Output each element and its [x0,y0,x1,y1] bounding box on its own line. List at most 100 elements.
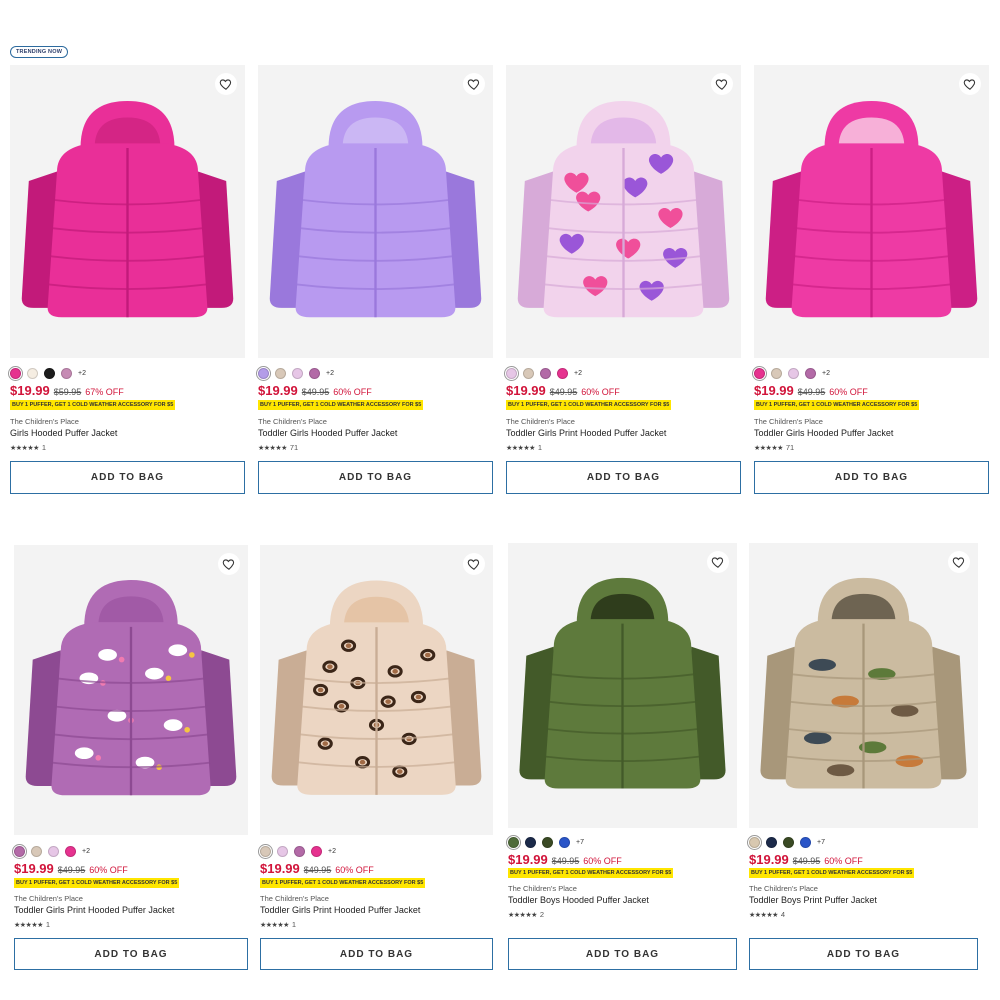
rating[interactable]: ★★★★★ 4 [749,910,785,919]
more-colors-count[interactable]: +2 [82,848,90,855]
more-colors-count[interactable]: +2 [326,370,334,377]
color-swatch[interactable] [48,846,59,857]
jacket-illustration [25,580,237,796]
product-image[interactable] [14,545,248,835]
color-swatch[interactable] [311,846,322,857]
favorite-heart-icon[interactable] [215,73,237,95]
favorite-heart-icon[interactable] [218,553,240,575]
add-to-bag-button[interactable]: ADD TO BAG [754,461,989,494]
color-swatch[interactable] [749,837,760,848]
rating[interactable]: ★★★★★ 1 [260,920,296,929]
color-swatch[interactable] [275,368,286,379]
promo-badge: BUY 1 PUFFER, GET 1 COLD WEATHER ACCESSO… [506,400,672,410]
color-swatch[interactable] [754,368,765,379]
promo-badge: BUY 1 PUFFER, GET 1 COLD WEATHER ACCESSO… [260,878,426,888]
product-image[interactable] [749,543,978,828]
rating[interactable]: ★★★★★ 1 [506,443,542,452]
more-colors-count[interactable]: +2 [574,370,582,377]
more-colors-count[interactable]: +2 [822,370,830,377]
color-swatch[interactable] [559,837,570,848]
color-swatch[interactable] [258,368,269,379]
review-count: 1 [537,443,543,452]
product-name[interactable]: Toddler Girls Print Hooded Puffer Jacket [260,905,420,915]
product-image[interactable] [754,65,989,358]
more-colors-count[interactable]: +7 [576,839,584,846]
original-price: $59.95 [53,387,82,397]
color-swatch[interactable] [277,846,288,857]
rating[interactable]: ★★★★★ 1 [10,443,46,452]
brand-name: The Children's Place [14,894,83,903]
discount-label: 60% OFF [824,856,863,866]
add-to-bag-button[interactable]: ADD TO BAG [260,938,493,970]
color-swatch[interactable] [292,368,303,379]
add-to-bag-button[interactable]: ADD TO BAG [508,938,737,970]
color-swatch[interactable] [31,846,42,857]
color-swatch[interactable] [540,368,551,379]
product-name[interactable]: Toddler Boys Print Puffer Jacket [749,895,877,905]
product-name[interactable]: Toddler Girls Hooded Puffer Jacket [258,428,397,438]
color-swatch[interactable] [10,368,21,379]
sale-price: $19.99 [10,383,50,398]
star-rating-icon: ★★★★★ [258,444,287,452]
color-swatch[interactable] [800,837,811,848]
promo-badge: BUY 1 PUFFER, GET 1 COLD WEATHER ACCESSO… [749,868,915,878]
color-swatch[interactable] [27,368,38,379]
star-rating-icon: ★★★★★ [749,911,778,919]
add-to-bag-button[interactable]: ADD TO BAG [10,461,245,494]
add-to-bag-button[interactable]: ADD TO BAG [749,938,978,970]
jacket-illustration [760,577,967,789]
more-colors-count[interactable]: +7 [817,839,825,846]
star-rating-icon: ★★★★★ [260,921,289,929]
favorite-heart-icon[interactable] [711,73,733,95]
product-image[interactable] [260,545,493,835]
favorite-heart-icon[interactable] [948,551,970,573]
product-image[interactable] [506,65,741,358]
rating[interactable]: ★★★★★ 2 [508,910,544,919]
rating[interactable]: ★★★★★ 71 [258,443,298,452]
price-row: $19.99 $49.95 60% OFF [258,383,372,398]
color-swatch[interactable] [788,368,799,379]
color-swatch[interactable] [508,837,519,848]
color-swatch[interactable] [783,837,794,848]
product-name[interactable]: Toddler Boys Hooded Puffer Jacket [508,895,649,905]
product-name[interactable]: Girls Hooded Puffer Jacket [10,428,117,438]
color-swatch[interactable] [805,368,816,379]
rating[interactable]: ★★★★★ 1 [14,920,50,929]
color-swatch[interactable] [294,846,305,857]
color-swatch[interactable] [771,368,782,379]
favorite-heart-icon[interactable] [463,73,485,95]
brand-name: The Children's Place [506,417,575,426]
color-swatch[interactable] [766,837,777,848]
product-image[interactable] [10,65,245,358]
original-price: $49.95 [549,387,578,397]
original-price: $49.95 [57,865,86,875]
color-swatch[interactable] [14,846,25,857]
color-swatch[interactable] [506,368,517,379]
product-name[interactable]: Toddler Girls Print Hooded Puffer Jacket [14,905,174,915]
color-swatch[interactable] [525,837,536,848]
color-swatch[interactable] [542,837,553,848]
color-swatch[interactable] [61,368,72,379]
color-swatch[interactable] [65,846,76,857]
add-to-bag-button[interactable]: ADD TO BAG [506,461,741,494]
product-image[interactable] [258,65,493,358]
review-count: 71 [785,443,795,452]
brand-name: The Children's Place [749,884,818,893]
more-colors-count[interactable]: +2 [78,370,86,377]
color-swatch[interactable] [44,368,55,379]
favorite-heart-icon[interactable] [959,73,981,95]
favorite-heart-icon[interactable] [707,551,729,573]
product-name[interactable]: Toddler Girls Print Hooded Puffer Jacket [506,428,666,438]
more-colors-count[interactable]: +2 [328,848,336,855]
color-swatches: +7 [508,837,584,848]
color-swatch[interactable] [309,368,320,379]
color-swatch[interactable] [260,846,271,857]
rating[interactable]: ★★★★★ 71 [754,443,794,452]
add-to-bag-button[interactable]: ADD TO BAG [14,938,248,970]
product-image[interactable] [508,543,737,828]
color-swatch[interactable] [557,368,568,379]
color-swatch[interactable] [523,368,534,379]
product-name[interactable]: Toddler Girls Hooded Puffer Jacket [754,428,893,438]
add-to-bag-button[interactable]: ADD TO BAG [258,461,493,494]
favorite-heart-icon[interactable] [463,553,485,575]
